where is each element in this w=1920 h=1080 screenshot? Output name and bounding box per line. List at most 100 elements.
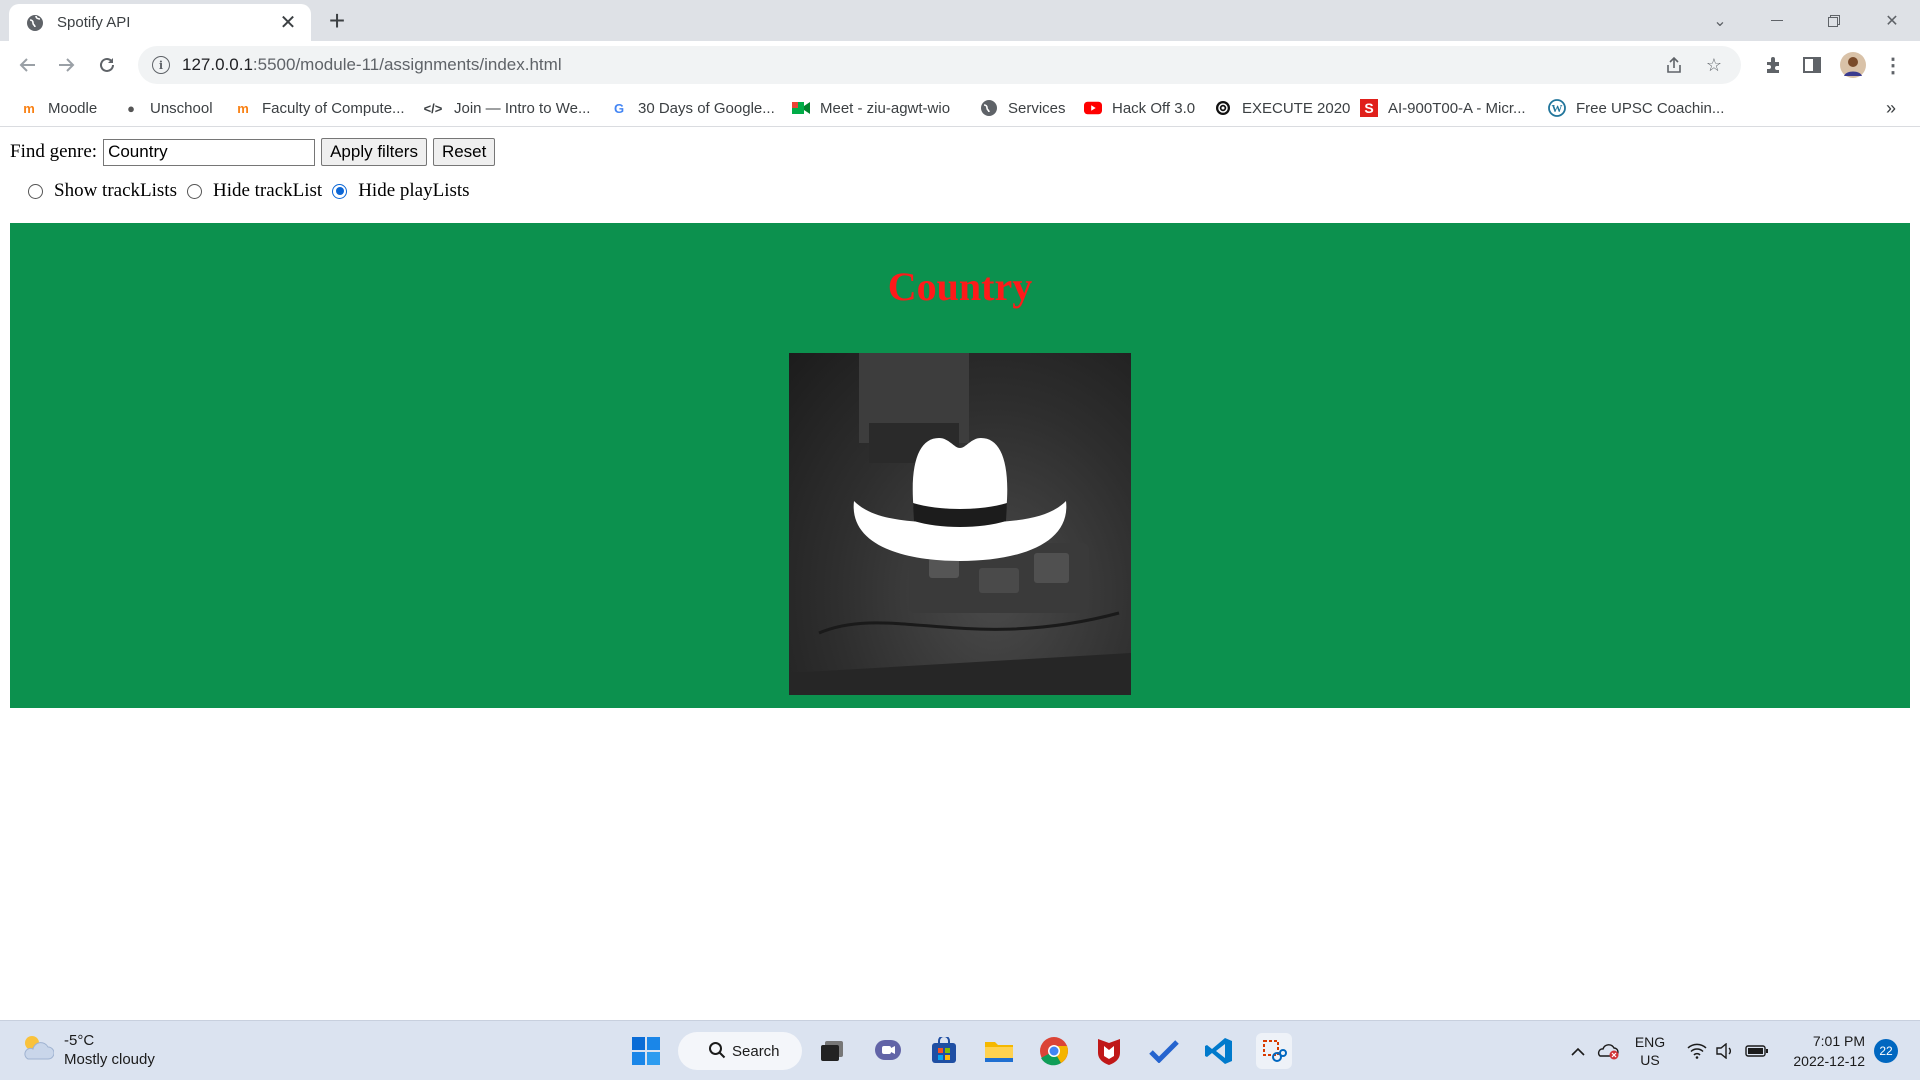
url-path: :5500/module-11/assignments/index.html: [252, 55, 562, 74]
genre-card: Country: [10, 223, 1910, 708]
bookmark-label: AI-900T00-A - Micr...: [1388, 99, 1526, 117]
taskbar-search[interactable]: Search: [678, 1032, 802, 1070]
vscode-icon[interactable]: [1201, 1033, 1237, 1069]
todo-check-icon[interactable]: [1146, 1033, 1182, 1069]
bookmarks-bar: m Moodle ● Unschool m Faculty of Compute…: [0, 89, 1920, 127]
svg-text:S: S: [1364, 100, 1373, 116]
page-content: Find genre: Apply filters Reset Show tra…: [0, 128, 1920, 1020]
youtube-icon: [1084, 99, 1102, 117]
battery-icon[interactable]: [1742, 1033, 1772, 1069]
back-button[interactable]: [12, 50, 42, 80]
task-view-icon[interactable]: [814, 1033, 850, 1069]
bookmark-item[interactable]: ● Unschool: [122, 96, 213, 120]
browser-tab[interactable]: Spotify API ✕: [9, 4, 311, 41]
clock-date: 2022-12-12: [1793, 1053, 1865, 1069]
radio-show-tracklists[interactable]: Show trackLists: [28, 180, 177, 202]
radio-button[interactable]: [28, 183, 43, 199]
radio-button-selected[interactable]: [332, 183, 348, 199]
file-explorer-icon[interactable]: [981, 1033, 1017, 1069]
moodle-icon: m: [23, 100, 35, 116]
notification-badge[interactable]: 22: [1874, 1039, 1898, 1063]
bookmark-label: Meet - ziu-agwt-wio: [820, 99, 951, 117]
close-window-button[interactable]: ✕: [1864, 0, 1920, 41]
bookmark-item[interactable]: S AI-900T00-A - Micr...: [1360, 96, 1526, 120]
address-bar[interactable]: i 127.0.0.1:5500/module-11/assignments/i…: [138, 46, 1741, 84]
microsoft-store-icon[interactable]: [926, 1033, 962, 1069]
snipping-tool-icon[interactable]: [1256, 1033, 1292, 1069]
globe-icon: [25, 13, 45, 33]
reset-button[interactable]: Reset: [432, 138, 496, 166]
cloudy-weather-icon: [20, 1033, 55, 1068]
forward-button[interactable]: [52, 50, 82, 80]
share-icon[interactable]: [1659, 46, 1689, 84]
teams-chat-icon[interactable]: [870, 1033, 906, 1069]
volume-icon[interactable]: [1712, 1033, 1738, 1069]
site-info-icon[interactable]: i: [152, 56, 170, 74]
browser-toolbar: i 127.0.0.1:5500/module-11/assignments/i…: [0, 41, 1920, 89]
url-host: 127.0.0.1: [182, 55, 253, 74]
view-options: Show trackLists Hide trackList Hide play…: [28, 180, 480, 202]
system-clock[interactable]: 7:01 PM 2022-12-12: [1785, 1031, 1865, 1071]
bookmark-item[interactable]: </> Join — Intro to We...: [422, 96, 591, 120]
bookmark-item[interactable]: Services: [980, 96, 1066, 120]
genre-input[interactable]: [103, 138, 316, 166]
bookmark-item[interactable]: G 30 Days of Google...: [610, 96, 775, 120]
radio-label: Hide playLists: [358, 180, 470, 201]
bookmark-item[interactable]: m Moodle: [20, 96, 97, 120]
bookmark-label: Unschool: [150, 99, 213, 117]
bookmark-label: Hack Off 3.0: [1112, 99, 1196, 117]
meet-icon: [792, 99, 810, 117]
genre-cover-image[interactable]: [789, 353, 1131, 695]
clock-time: 7:01 PM: [1812, 1033, 1865, 1049]
region-text: US: [1640, 1052, 1660, 1068]
bookmark-label: Join — Intro to We...: [454, 99, 591, 117]
more-bookmarks-button[interactable]: »: [1886, 96, 1896, 120]
find-genre-label: Find genre:: [10, 141, 98, 162]
radio-hide-playlists[interactable]: Hide playLists: [332, 180, 470, 202]
bookmark-item[interactable]: Hack Off 3.0: [1084, 96, 1195, 120]
reload-button[interactable]: [92, 50, 122, 80]
new-tab-button[interactable]: +: [322, 7, 352, 37]
radio-button[interactable]: [186, 183, 202, 199]
bookmark-label: Free UPSC Coachin...: [1576, 99, 1725, 117]
weather-text: Mostly cloudy: [64, 1051, 155, 1068]
genre-title: Country: [887, 264, 1033, 309]
radio-hide-tracklist[interactable]: Hide trackList: [186, 180, 322, 202]
wifi-icon[interactable]: [1684, 1033, 1710, 1069]
moodle-icon: m: [237, 100, 249, 116]
side-panel-icon[interactable]: [1797, 50, 1827, 80]
onedrive-error-icon[interactable]: [1594, 1033, 1622, 1069]
code-icon: </>: [423, 100, 443, 116]
windows-start-icon[interactable]: [628, 1033, 664, 1069]
chrome-icon[interactable]: [1036, 1033, 1072, 1069]
tab-close-icon[interactable]: ✕: [277, 13, 299, 33]
language-text: ENG: [1634, 1034, 1666, 1050]
svg-text:W: W: [1552, 103, 1563, 115]
profile-avatar[interactable]: [1838, 50, 1868, 80]
search-label: Search: [732, 1042, 780, 1060]
apply-filters-button[interactable]: Apply filters: [321, 138, 427, 166]
extensions-icon[interactable]: [1758, 50, 1788, 80]
bookmark-item[interactable]: W Free UPSC Coachin...: [1548, 96, 1724, 120]
taskbar: -5°C Mostly cloudy Search ENG US 7:01 PM…: [0, 1020, 1920, 1080]
language-indicator[interactable]: ENG US: [1628, 1033, 1672, 1069]
apple-icon: ●: [127, 100, 135, 116]
cowboy-hat-icon: [789, 353, 1131, 695]
bookmark-item[interactable]: Meet - ziu-agwt-wio: [792, 96, 950, 120]
bookmark-label: 30 Days of Google...: [638, 99, 775, 117]
menu-kebab-icon[interactable]: ⋮: [1878, 50, 1908, 80]
weather-widget[interactable]: -5°C Mostly cloudy: [20, 1031, 155, 1069]
show-hidden-icons[interactable]: [1566, 1033, 1590, 1069]
genre-filter-form: Find genre: Apply filters Reset: [10, 138, 496, 166]
globe-icon: [980, 99, 998, 117]
minimize-button[interactable]: [1749, 0, 1805, 41]
mcafee-icon[interactable]: [1091, 1033, 1127, 1069]
tab-strip: Spotify API ✕ + ⌄ ✕: [0, 0, 1920, 41]
bookmark-label: EXECUTE 2020: [1242, 99, 1351, 117]
bookmark-star-icon[interactable]: ☆: [1699, 46, 1729, 84]
bookmark-item[interactable]: m Faculty of Compute...: [234, 96, 404, 120]
tab-search-icon[interactable]: ⌄: [1692, 0, 1748, 41]
restore-button[interactable]: [1806, 0, 1862, 41]
bookmark-item[interactable]: EXECUTE 2020: [1214, 96, 1350, 120]
search-icon: [708, 1041, 726, 1063]
